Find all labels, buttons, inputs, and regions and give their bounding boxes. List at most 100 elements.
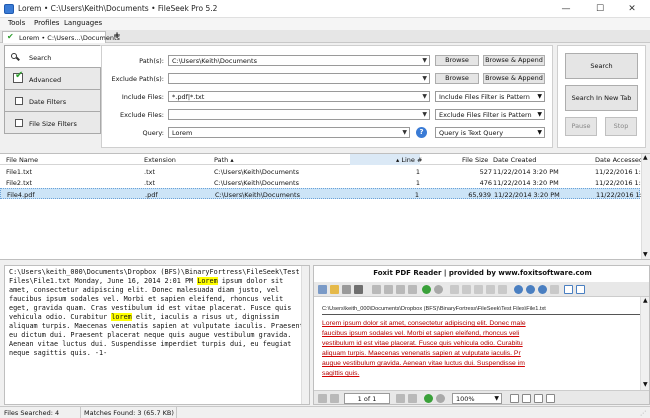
window-title: Lorem • C:\Users\Keith\Documents • FileS… bbox=[18, 4, 218, 13]
col-file-size[interactable]: File Size bbox=[462, 156, 488, 164]
zoom-select[interactable]: 100% ▼ bbox=[452, 393, 502, 404]
path-input[interactable]: C:\Users\Keith\Documents ▼ bbox=[168, 55, 430, 66]
table-row[interactable]: File4.pdf .pdf C:\Users\Keith\Documents 1 65… bbox=[0, 188, 650, 199]
tab-strip: ✔ Lorem • C:\Users...\Documents + bbox=[0, 30, 650, 43]
col-file-name[interactable]: File Name bbox=[6, 156, 38, 164]
tab-label: Lorem • C:\Users...\Documents bbox=[19, 34, 120, 42]
search-button[interactable]: Search bbox=[565, 53, 638, 79]
exclude-files-input[interactable]: ▼ bbox=[168, 109, 430, 120]
query-input[interactable]: Lorem ▼ bbox=[168, 127, 410, 138]
col-path[interactable]: Path ▴ bbox=[214, 156, 234, 164]
resize-grip-icon[interactable]: ⋰ bbox=[640, 410, 646, 417]
next-page-icon[interactable] bbox=[396, 394, 405, 403]
save-icon[interactable] bbox=[342, 285, 351, 294]
single-page-icon[interactable] bbox=[564, 285, 573, 294]
browse-append-exclude-button[interactable]: Browse & Append bbox=[483, 73, 545, 84]
sidebar-item-date-filters[interactable]: Date Filters bbox=[4, 89, 101, 112]
chevron-down-icon[interactable]: ▼ bbox=[402, 128, 407, 137]
pdf-toolbar bbox=[314, 282, 649, 297]
fit-page-icon[interactable] bbox=[474, 285, 483, 294]
sidebar-item-label: Date Filters bbox=[29, 98, 67, 106]
chevron-down-icon[interactable]: ▼ bbox=[422, 92, 427, 101]
browse-append-path-button[interactable]: Browse & Append bbox=[483, 55, 545, 66]
status-bar: Files Searched: 4 Matches Found: 3 (65.7… bbox=[0, 406, 650, 418]
col-date-accessed[interactable]: Date Accessed bbox=[595, 156, 643, 164]
minimize-button[interactable]: — bbox=[548, 0, 584, 18]
query-mode-select[interactable]: Query is Text Query ▼ bbox=[435, 127, 545, 138]
chevron-down-icon: ▼ bbox=[537, 93, 542, 100]
checkbox-checked-icon[interactable]: ✔ bbox=[13, 70, 23, 83]
cell-created: 11/22/2014 3:20 PM bbox=[493, 179, 559, 187]
chevron-up-icon[interactable]: ▲ bbox=[643, 297, 648, 304]
chevron-down-icon: ▼ bbox=[537, 111, 542, 118]
new-tab-button[interactable]: + bbox=[109, 31, 125, 43]
page-number-field[interactable]: 1 of 1 bbox=[344, 393, 390, 404]
maximize-button[interactable]: ☐ bbox=[582, 0, 618, 18]
close-button[interactable]: ✕ bbox=[614, 0, 650, 18]
results-scrollbar[interactable]: ▲ ▼ bbox=[641, 154, 650, 259]
go-forward-icon[interactable] bbox=[434, 285, 443, 294]
first-page-icon[interactable] bbox=[372, 285, 381, 294]
menu-profiles[interactable]: Profiles bbox=[34, 19, 59, 27]
zoom-out-icon[interactable] bbox=[538, 285, 547, 294]
col-extension[interactable]: Extension bbox=[144, 156, 176, 164]
last-page-icon[interactable] bbox=[408, 285, 417, 294]
exclude-files-mode-select[interactable]: Exclude Files Filter is Pattern ▼ bbox=[435, 109, 545, 120]
files-searched-status: Files Searched: 4 bbox=[4, 409, 60, 417]
chevron-up-icon[interactable]: ▲ bbox=[643, 154, 648, 161]
sidebar-item-file-size-filters[interactable]: File Size Filters bbox=[4, 111, 101, 134]
actual-size-icon[interactable] bbox=[486, 285, 495, 294]
go-forward-icon[interactable] bbox=[436, 394, 445, 403]
first-page-icon[interactable] bbox=[318, 394, 327, 403]
menu-tools[interactable]: Tools bbox=[8, 19, 25, 27]
page-layout-icon[interactable] bbox=[510, 394, 519, 403]
search-new-tab-button[interactable]: Search In New Tab bbox=[565, 85, 638, 111]
include-files-mode-select[interactable]: Include Files Filter is Pattern ▼ bbox=[435, 91, 545, 102]
chevron-down-icon[interactable]: ▼ bbox=[643, 381, 648, 388]
go-back-icon[interactable] bbox=[424, 394, 433, 403]
page-layout-icon[interactable] bbox=[546, 394, 555, 403]
print-icon[interactable] bbox=[354, 285, 363, 294]
sidebar-item-search[interactable]: Search bbox=[4, 45, 101, 68]
go-back-icon[interactable] bbox=[422, 285, 431, 294]
last-page-icon[interactable] bbox=[408, 394, 417, 403]
view-icon[interactable] bbox=[550, 285, 559, 294]
preview-scrollbar[interactable] bbox=[301, 266, 309, 404]
include-files-input[interactable]: *.pdf|*.txt ▼ bbox=[168, 91, 430, 102]
pdf-divider bbox=[322, 314, 640, 315]
pause-button[interactable]: Pause bbox=[565, 117, 597, 136]
checkbox-icon[interactable] bbox=[15, 119, 23, 127]
menu-languages[interactable]: Languages bbox=[64, 19, 102, 27]
page-layout-icon[interactable] bbox=[534, 394, 543, 403]
fit-width-icon[interactable] bbox=[462, 285, 471, 294]
chevron-down-icon[interactable]: ▼ bbox=[422, 74, 427, 83]
browse-path-button[interactable]: Browse bbox=[435, 55, 479, 66]
next-page-icon[interactable] bbox=[396, 285, 405, 294]
prev-page-icon[interactable] bbox=[330, 394, 339, 403]
zoom-icon[interactable] bbox=[526, 285, 535, 294]
browse-exclude-button[interactable]: Browse bbox=[435, 73, 479, 84]
continuous-page-icon[interactable] bbox=[576, 285, 585, 294]
cell-path: C:\Users\Keith\Documents bbox=[215, 191, 300, 199]
stop-button[interactable]: Stop bbox=[605, 117, 637, 136]
pdf-scrollbar[interactable]: ▲ ▼ bbox=[640, 297, 649, 390]
checkbox-icon[interactable] bbox=[15, 97, 23, 105]
table-row[interactable]: File1.txt .txt C:\Users\Keith\Documents 1 52… bbox=[0, 166, 650, 177]
sidebar-item-advanced[interactable]: ✔ Advanced bbox=[4, 67, 101, 90]
open-icon[interactable] bbox=[330, 285, 339, 294]
exclude-path-input[interactable]: ▼ bbox=[168, 73, 430, 84]
help-icon[interactable]: ? bbox=[416, 127, 427, 138]
tab-lorem[interactable]: ✔ Lorem • C:\Users...\Documents bbox=[2, 31, 120, 43]
select-text-icon[interactable] bbox=[498, 285, 507, 294]
hand-tool-icon[interactable] bbox=[318, 285, 327, 294]
prev-page-icon[interactable] bbox=[384, 285, 393, 294]
chevron-down-icon[interactable]: ▼ bbox=[422, 110, 427, 119]
table-row[interactable]: File2.txt .txt C:\Users\Keith\Documents 1 47… bbox=[0, 177, 650, 188]
zoom-in-icon[interactable] bbox=[514, 285, 523, 294]
chevron-down-icon[interactable]: ▼ bbox=[643, 251, 648, 258]
rotate-icon[interactable] bbox=[450, 285, 459, 294]
page-layout-icon[interactable] bbox=[522, 394, 531, 403]
chevron-down-icon[interactable]: ▼ bbox=[422, 56, 427, 65]
col-line[interactable]: ▴ Line # bbox=[396, 156, 422, 164]
col-date-created[interactable]: Date Created bbox=[493, 156, 536, 164]
